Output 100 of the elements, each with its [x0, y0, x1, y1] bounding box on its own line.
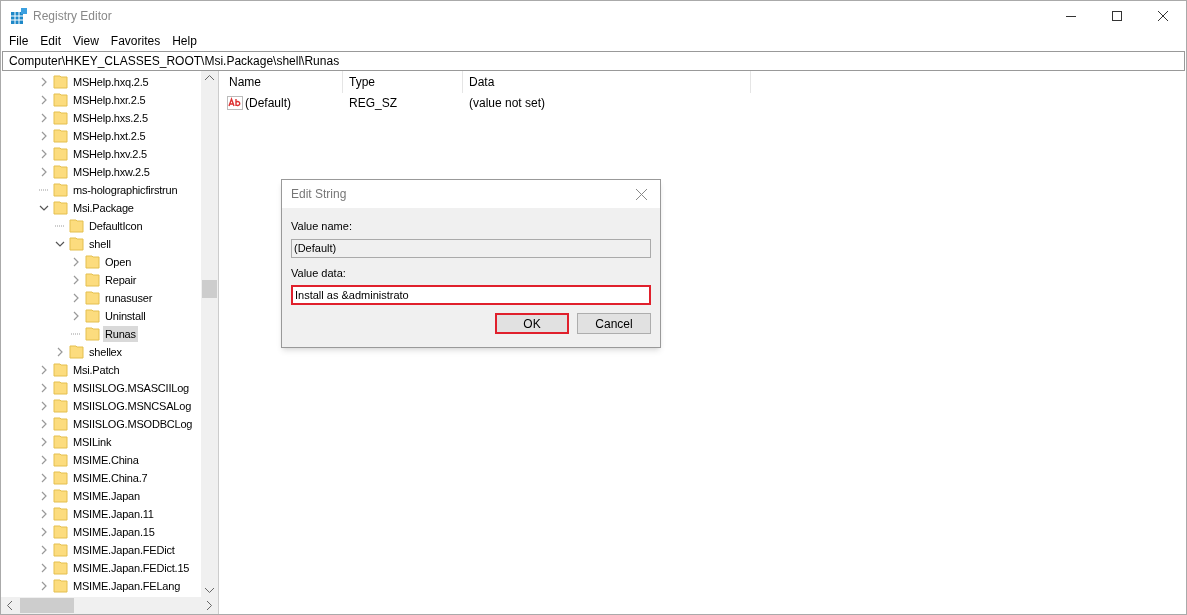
tree-item[interactable]: runasuser: [1, 289, 201, 307]
tree-item[interactable]: MSIISLOG.MSNCSALog: [1, 397, 201, 415]
minimize-icon: [1066, 15, 1076, 17]
tree-item-label: Msi.Package: [72, 200, 135, 216]
tree-item-label: MSHelp.hxv.2.5: [72, 146, 149, 162]
dialog-button[interactable]: OK: [495, 313, 569, 334]
value-data: (value not set): [468, 95, 547, 112]
tree-item[interactable]: MSIME.Japan.FEDict: [1, 541, 201, 559]
scrollbar-thumb[interactable]: [202, 280, 217, 298]
chevron-right-icon[interactable]: [73, 257, 79, 267]
chevron-right-icon[interactable]: [41, 149, 47, 159]
chevron-right-icon[interactable]: [41, 365, 47, 375]
tree-item[interactable]: Uninstall: [1, 307, 201, 325]
scroll-up-icon[interactable]: [205, 75, 214, 80]
tree-item[interactable]: Msi.Patch: [1, 361, 201, 379]
tree-item[interactable]: MSHelp.hxr.2.5: [1, 91, 201, 109]
chevron-right-icon[interactable]: [41, 419, 47, 429]
chevron-right-icon[interactable]: [41, 95, 47, 105]
column-header[interactable]: Data: [463, 73, 501, 91]
tree-item[interactable]: shell: [1, 235, 201, 253]
scroll-left-icon[interactable]: [7, 601, 12, 610]
tree-item[interactable]: ms-holographicfirstrun: [1, 181, 201, 199]
chevron-right-icon[interactable]: [41, 383, 47, 393]
column-header[interactable]: Type: [343, 73, 381, 91]
tree-item[interactable]: MSIME.Japan.11: [1, 505, 201, 523]
chevron-right-icon[interactable]: [41, 131, 47, 141]
horizontal-scrollbar[interactable]: [1, 597, 218, 614]
chevron-right-icon[interactable]: [41, 455, 47, 465]
tree-item-label: MSIME.China: [72, 452, 140, 468]
tree-connector-icon: [55, 225, 65, 227]
scroll-down-icon[interactable]: [205, 588, 214, 593]
tree-item-label: MSIME.Japan.15: [72, 524, 156, 540]
tree-item[interactable]: MSIME.China.7: [1, 469, 201, 487]
tree-item[interactable]: Runas: [1, 325, 201, 343]
menu-item[interactable]: View: [67, 32, 105, 50]
tree-item[interactable]: shellex: [1, 343, 201, 361]
address-bar[interactable]: Computer\HKEY_CLASSES_ROOT\Msi.Package\shell\Runas: [2, 51, 1185, 71]
tree-item-label: MSIME.Japan.FEDict: [72, 542, 176, 558]
tree-item[interactable]: MSILink: [1, 433, 201, 451]
app-grid-icon: [11, 8, 27, 24]
tree-item-label: MSHelp.hxr.2.5: [72, 92, 147, 108]
dialog-title: Edit String: [291, 186, 347, 203]
tree-item-label: MSIME.Japan: [72, 488, 141, 504]
chevron-down-icon[interactable]: [55, 241, 65, 247]
folder-icon: [53, 506, 69, 522]
tree-item[interactable]: MSIISLOG.MSODBCLog: [1, 415, 201, 433]
tree-item[interactable]: Repair: [1, 271, 201, 289]
field-label: Value name:: [291, 219, 353, 234]
chevron-right-icon[interactable]: [57, 347, 63, 357]
chevron-right-icon[interactable]: [41, 113, 47, 123]
chevron-right-icon[interactable]: [41, 491, 47, 501]
string-value-icon: [227, 96, 243, 110]
chevron-right-icon[interactable]: [41, 401, 47, 411]
chevron-right-icon[interactable]: [73, 275, 79, 285]
tree-item[interactable]: MSHelp.hxs.2.5: [1, 109, 201, 127]
tree-item-label: MSIME.Japan.FELang: [72, 578, 182, 594]
tree-item-label: Uninstall: [104, 308, 147, 324]
menu-item[interactable]: Edit: [34, 32, 68, 50]
tree-item[interactable]: Open: [1, 253, 201, 271]
chevron-right-icon[interactable]: [41, 545, 47, 555]
tree-item-label: Repair: [104, 272, 138, 288]
tree-item[interactable]: MSHelp.hxt.2.5: [1, 127, 201, 145]
tree-item[interactable]: MSIME.Japan.FELang: [1, 577, 201, 595]
chevron-right-icon[interactable]: [73, 293, 79, 303]
tree-item[interactable]: MSHelp.hxw.2.5: [1, 163, 201, 181]
tree-item[interactable]: MSIME.Japan.FEDict.15: [1, 559, 201, 577]
tree-item[interactable]: MSHelp.hxq.2.5: [1, 73, 201, 91]
column-header[interactable]: Name: [223, 73, 267, 91]
folder-icon: [53, 164, 69, 180]
chevron-right-icon[interactable]: [41, 473, 47, 483]
chevron-right-icon[interactable]: [41, 167, 47, 177]
chevron-right-icon[interactable]: [41, 563, 47, 573]
tree-item[interactable]: Msi.Package: [1, 199, 201, 217]
chevron-down-icon[interactable]: [39, 205, 49, 211]
chevron-right-icon[interactable]: [41, 509, 47, 519]
tree-item[interactable]: MSIISLOG.MSASCIILog: [1, 379, 201, 397]
tree-item-label: Open: [104, 254, 133, 270]
tree-item[interactable]: DefaultIcon: [1, 217, 201, 235]
vertical-scrollbar[interactable]: [201, 71, 218, 597]
folder-icon: [53, 488, 69, 504]
chevron-right-icon[interactable]: [41, 527, 47, 537]
menu-item[interactable]: Favorites: [104, 32, 167, 50]
folder-icon: [53, 470, 69, 486]
chevron-right-icon[interactable]: [41, 437, 47, 447]
menu-item[interactable]: Help: [166, 32, 203, 50]
scroll-right-icon[interactable]: [207, 601, 212, 610]
chevron-right-icon[interactable]: [73, 311, 79, 321]
folder-icon: [53, 182, 69, 198]
dialog-button[interactable]: Cancel: [577, 313, 651, 334]
tree-item[interactable]: MSIME.Japan: [1, 487, 201, 505]
tree-item[interactable]: MSIME.China: [1, 451, 201, 469]
folder-icon: [53, 416, 69, 432]
chevron-right-icon[interactable]: [41, 77, 47, 87]
tree-item[interactable]: MSHelp.hxv.2.5: [1, 145, 201, 163]
menu-item[interactable]: File: [3, 32, 35, 50]
scrollbar-thumb[interactable]: [20, 598, 74, 613]
chevron-right-icon[interactable]: [41, 581, 47, 591]
value-name-field[interactable]: (Default): [291, 238, 651, 258]
tree-item[interactable]: MSIME.Japan.15: [1, 523, 201, 541]
value-data-field[interactable]: Install as &administrato: [291, 285, 651, 305]
